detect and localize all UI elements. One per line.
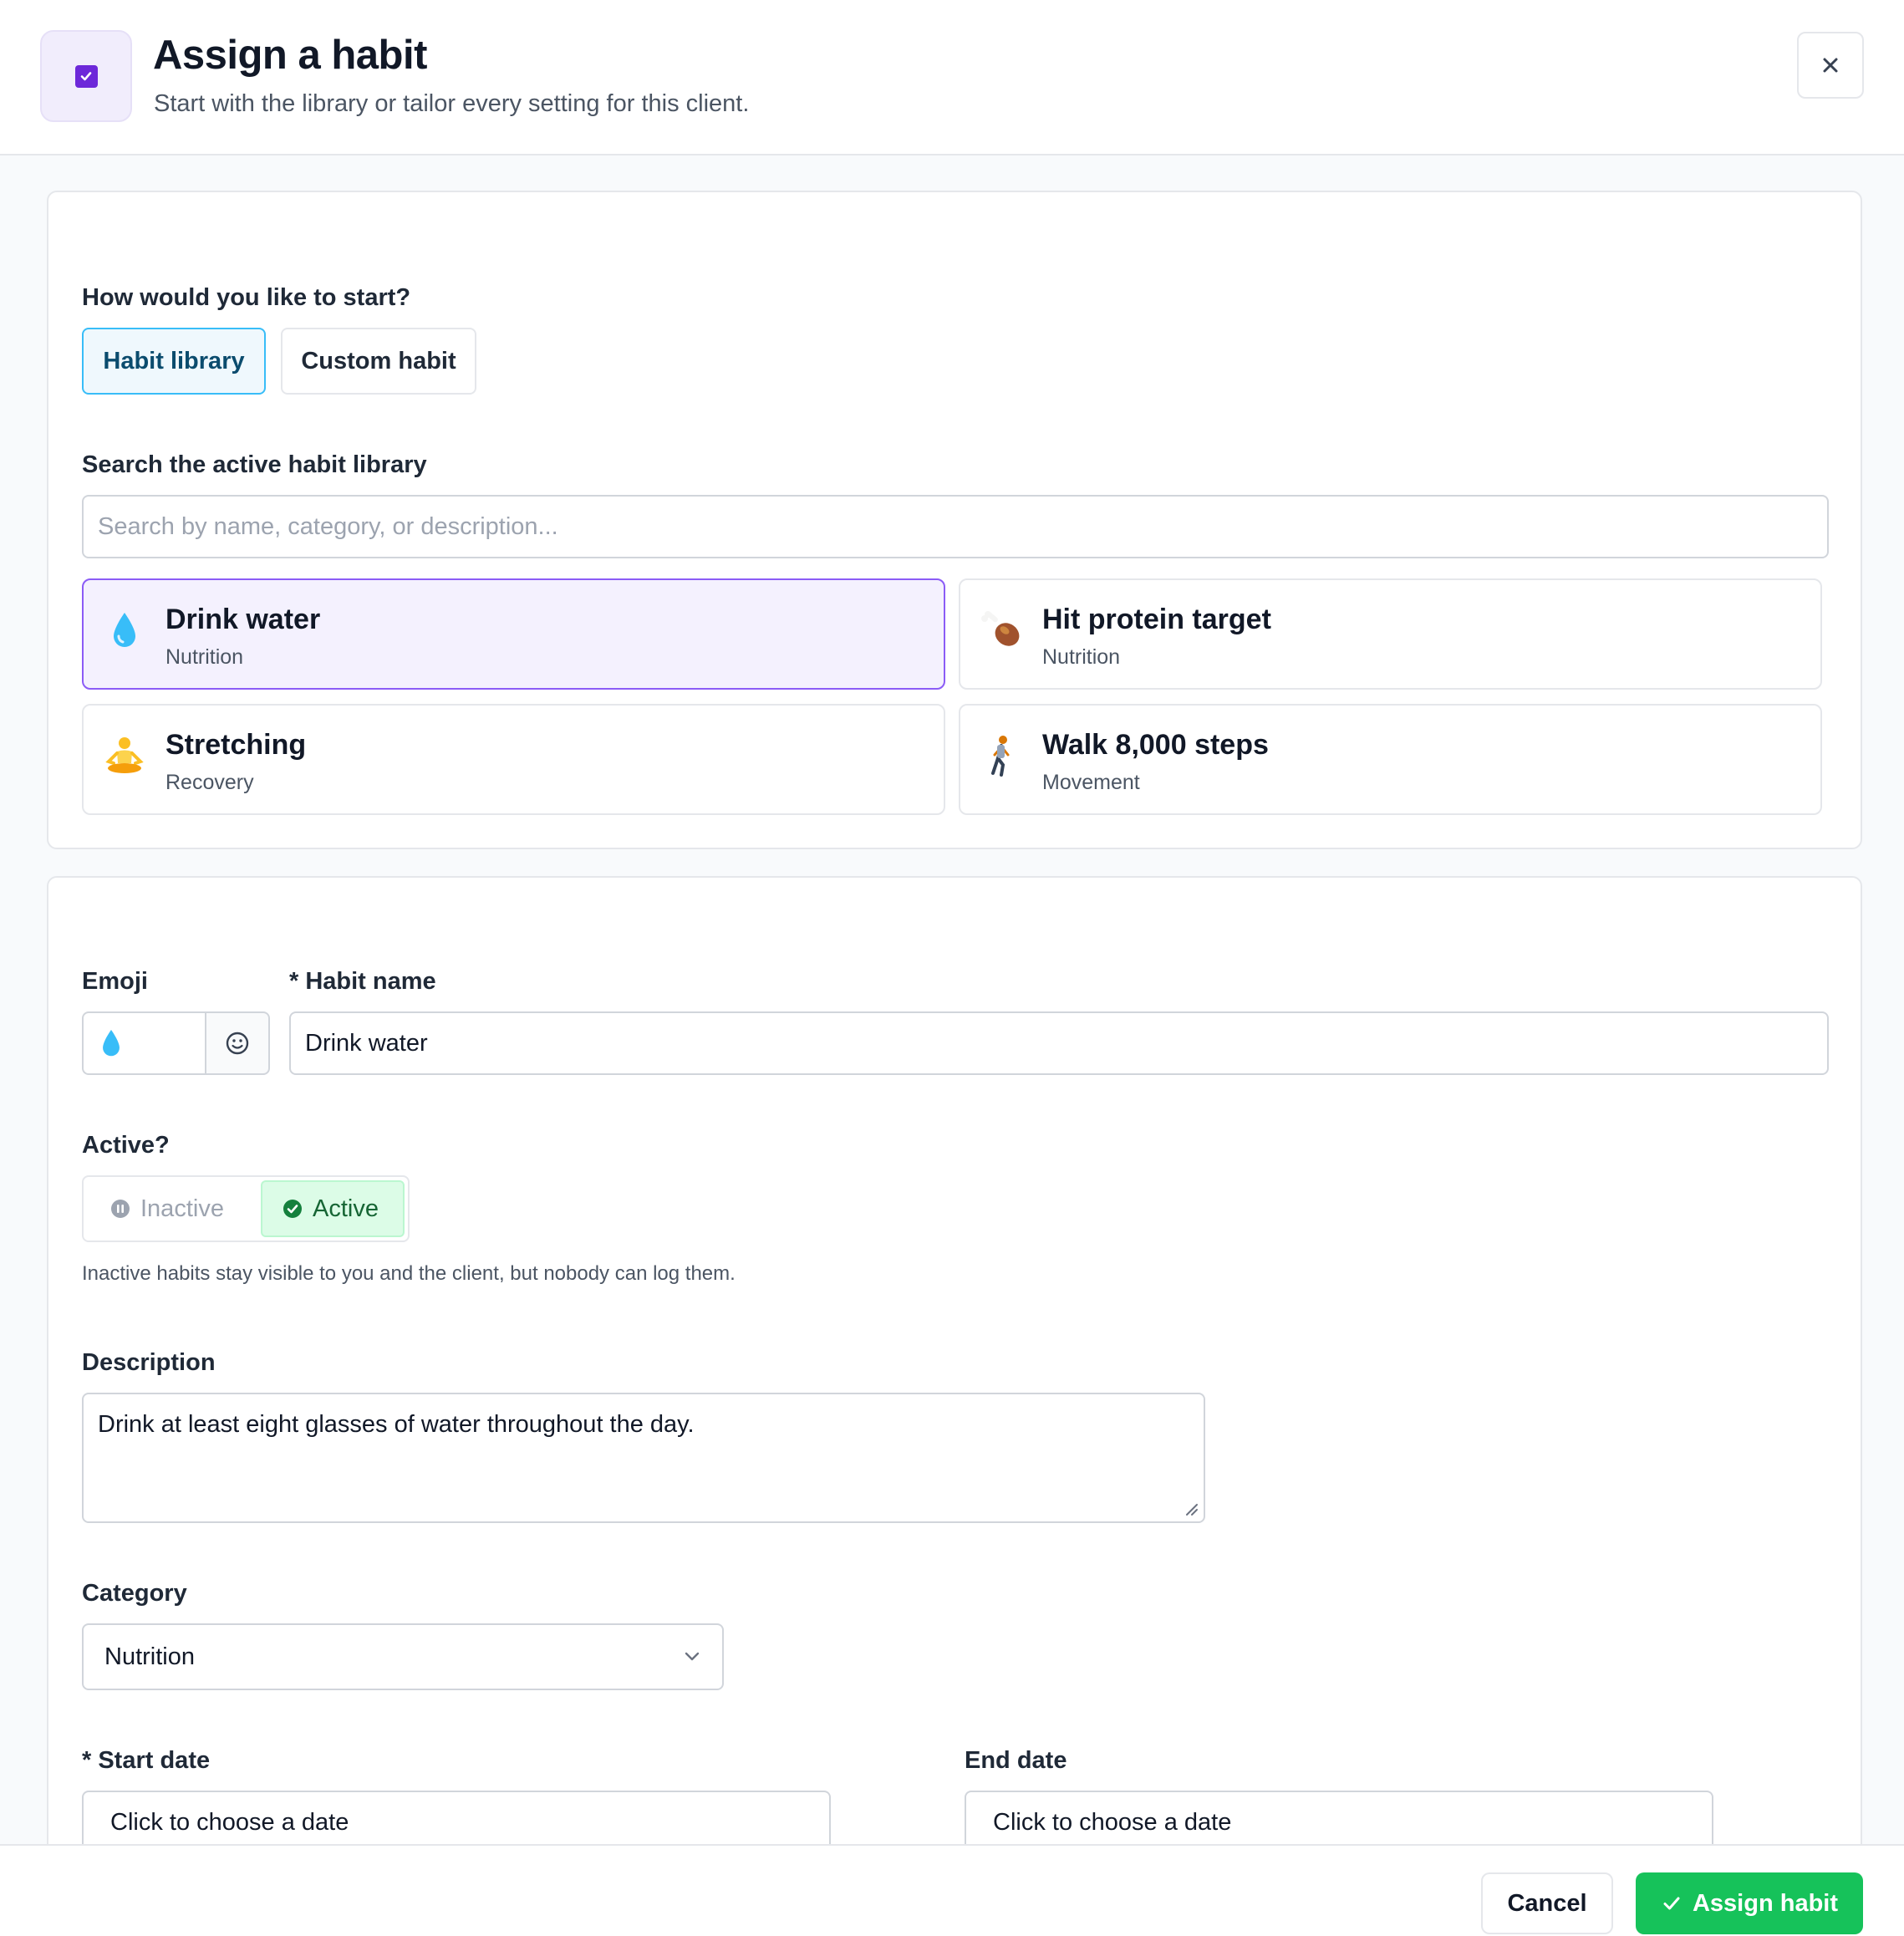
close-icon: [1823, 58, 1838, 73]
start-card: How would you like to start? Habit libra…: [47, 191, 1862, 849]
habit-name-value: Drink water: [305, 1030, 428, 1057]
check-circle-icon: [283, 1200, 302, 1218]
pause-icon: [111, 1200, 130, 1218]
meditation-icon: [104, 731, 145, 781]
dialog-body[interactable]: How would you like to start? Habit libra…: [0, 155, 1904, 1844]
dialog-title: Assign a habit: [153, 33, 427, 78]
custom-habit-option[interactable]: Custom habit: [281, 328, 476, 395]
library-item-category: Nutrition: [1042, 645, 1121, 669]
droplet-icon: [100, 1028, 122, 1065]
library-item-category: Recovery: [165, 771, 254, 794]
walking-icon: [980, 731, 1022, 781]
library-item-walk-8000-steps[interactable]: Walk 8,000 steps Movement: [959, 704, 1822, 815]
end-date-label: End date: [965, 1747, 1067, 1774]
assign-habit-label: Assign habit: [1692, 1889, 1838, 1917]
habit-name-input[interactable]: Drink water: [289, 1011, 1829, 1075]
close-button[interactable]: [1797, 32, 1864, 99]
description-value: Drink at least eight glasses of water th…: [98, 1411, 695, 1438]
description-textarea[interactable]: Drink at least eight glasses of water th…: [82, 1393, 1205, 1523]
library-item-category: Movement: [1042, 771, 1140, 794]
emoji-field[interactable]: [82, 1011, 207, 1075]
droplet-icon: [104, 605, 145, 655]
inactive-option[interactable]: Inactive: [85, 1179, 259, 1239]
active-toggle: Inactive Active: [82, 1175, 410, 1242]
end-date-placeholder: Click to choose a date: [993, 1809, 1232, 1836]
active-hint: Inactive habits stay visible to you and …: [82, 1262, 736, 1285]
habit-details-card: Emoji * Habit name Drink water Active? I…: [47, 876, 1862, 1844]
library-item-drink-water[interactable]: Drink water Nutrition: [82, 578, 945, 690]
emoji-label: Emoji: [82, 968, 148, 995]
library-item-name: Stretching: [165, 729, 307, 761]
search-label: Search the active habit library: [82, 451, 427, 478]
habit-name-label: * Habit name: [289, 968, 436, 995]
library-item-name: Hit protein target: [1042, 604, 1271, 635]
library-item-category: Nutrition: [165, 645, 244, 669]
emoji-picker-button[interactable]: [205, 1011, 270, 1075]
library-item-hit-protein-target[interactable]: Hit protein target Nutrition: [959, 578, 1822, 690]
active-label: Active?: [82, 1132, 170, 1159]
cancel-button[interactable]: Cancel: [1481, 1872, 1613, 1934]
habit-library-option[interactable]: Habit library: [82, 328, 266, 395]
library-item-name: Drink water: [165, 604, 321, 635]
active-option-label: Active: [313, 1195, 379, 1222]
search-input[interactable]: Search by name, category, or description…: [82, 495, 1829, 558]
category-label: Category: [82, 1580, 187, 1607]
dialog-footer: Cancel Assign habit: [0, 1844, 1904, 1936]
inactive-option-label: Inactive: [140, 1195, 224, 1222]
chevron-down-icon: [685, 1652, 700, 1661]
category-select[interactable]: Nutrition: [82, 1623, 724, 1690]
end-date-picker[interactable]: Click to choose a date: [965, 1791, 1713, 1844]
search-placeholder: Search by name, category, or description…: [98, 513, 558, 540]
habit-checkbox-icon: [40, 30, 132, 122]
library-item-stretching[interactable]: Stretching Recovery: [82, 704, 945, 815]
check-icon: [1663, 1897, 1680, 1910]
smiley-icon: [226, 1032, 249, 1055]
dialog-header: Assign a habit Start with the library or…: [0, 0, 1904, 155]
start-date-picker[interactable]: Click to choose a date: [82, 1791, 831, 1844]
description-label: Description: [82, 1349, 216, 1376]
drumstick-icon: [980, 605, 1022, 655]
start-date-label: * Start date: [82, 1747, 211, 1774]
start-question: How would you like to start?: [82, 284, 411, 311]
start-date-placeholder: Click to choose a date: [110, 1809, 349, 1836]
resize-handle-icon[interactable]: [1182, 1500, 1199, 1516]
library-item-name: Walk 8,000 steps: [1042, 729, 1269, 761]
active-option[interactable]: Active: [261, 1180, 405, 1237]
category-value: Nutrition: [104, 1643, 195, 1670]
dialog-subtitle: Start with the library or tailor every s…: [154, 90, 750, 117]
assign-habit-button[interactable]: Assign habit: [1636, 1872, 1863, 1934]
